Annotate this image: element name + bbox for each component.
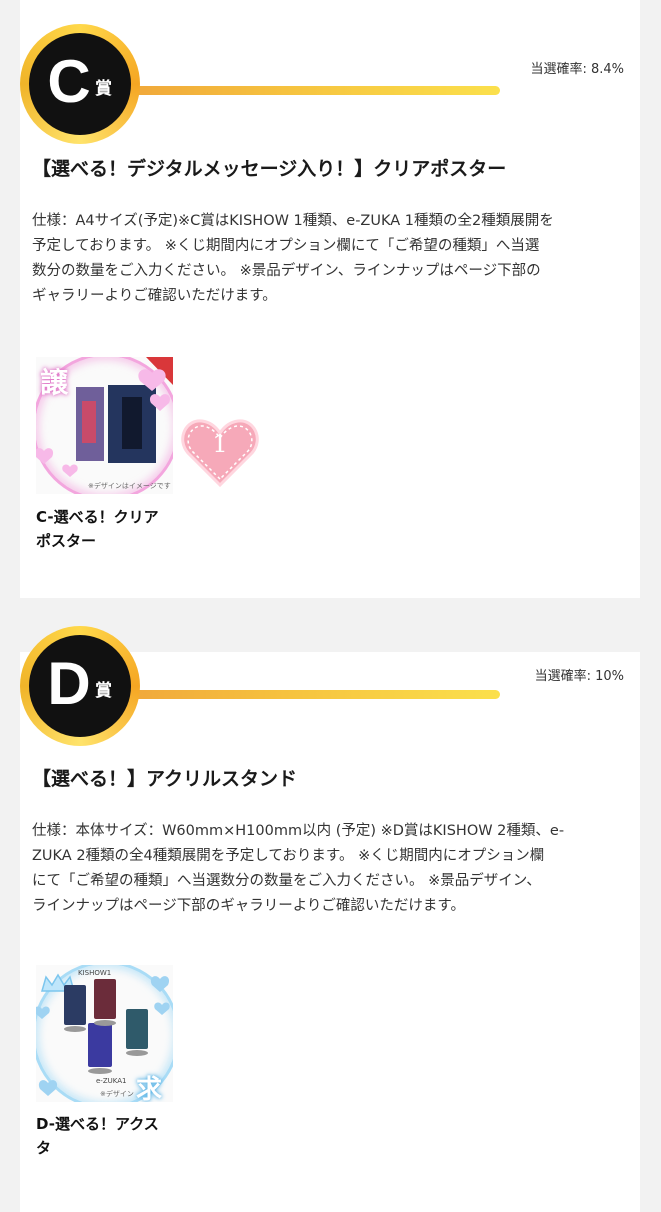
heart-icon bbox=[38, 1080, 58, 1096]
poster-right-figure bbox=[122, 397, 142, 449]
item-name-line: ポスター bbox=[36, 532, 97, 550]
description-line: 数分の数量をご入力ください。 ※景品デザイン、ラインナップはページ下部の bbox=[32, 263, 541, 279]
item-name-line: C-選べる！クリア bbox=[36, 508, 159, 526]
description-line: ラインナップはページ下部のギャラリーよりご確認いただけます。 bbox=[32, 898, 465, 914]
heart-icon bbox=[36, 1006, 50, 1019]
description-line: ZUKA 2種類の全4種類展開を予定しております。 ※くじ期間内にオプション欄 bbox=[32, 848, 545, 864]
prize-badge: C 賞 bbox=[20, 24, 140, 144]
prize-suffix: 賞 bbox=[95, 681, 112, 701]
stand-base bbox=[94, 1020, 116, 1026]
thumb-note: ※デザインはイメージです bbox=[88, 482, 171, 490]
stand-3 bbox=[88, 1023, 112, 1067]
stand-base bbox=[64, 1026, 86, 1032]
description-line: 仕様：A4サイズ(予定)※C賞はKISHOW 1種類、e-ZUKA 1種類の全2… bbox=[32, 213, 554, 229]
prize-header-rule bbox=[120, 86, 500, 95]
prize-title: 【選べる！デジタルメッセージ入り！】クリアポスター bbox=[32, 158, 507, 180]
heart-icon bbox=[150, 976, 170, 992]
poster-left-figure bbox=[82, 401, 96, 443]
stand-1 bbox=[64, 985, 86, 1025]
prize-card-c: C 賞 当選確率: 8.4% 【選べる！デジタルメッセージ入り！】クリアポスター… bbox=[20, 0, 640, 598]
stand-4 bbox=[126, 1009, 148, 1049]
yuzuru-stamp: 譲 bbox=[40, 366, 69, 399]
item-name-line: タ bbox=[36, 1139, 52, 1157]
prize-header-rule bbox=[120, 690, 500, 699]
prize-suffix: 賞 bbox=[95, 79, 112, 99]
motome-stamp: 求 bbox=[136, 1075, 163, 1102]
stand-base bbox=[88, 1068, 112, 1074]
description-line: ギャラリーよりご確認いただけます。 bbox=[32, 288, 277, 304]
item-name-line: D-選べる！アクス bbox=[36, 1115, 159, 1133]
heart-icon bbox=[36, 448, 53, 464]
prize-thumbnail[interactable]: 譲 ※デザインはイメージです bbox=[36, 357, 173, 494]
heart-icon bbox=[62, 464, 78, 477]
item-name[interactable]: C-選べる！クリア ポスター bbox=[36, 505, 176, 553]
prize-badge-core: D 賞 bbox=[29, 635, 131, 737]
stand-base bbox=[126, 1050, 148, 1056]
prize-title: 【選べる！】アクリルスタンド bbox=[32, 768, 298, 790]
description-line: 仕様：本体サイズ：W60mm×H100mm以内 (予定) ※D賞はKISHOW … bbox=[32, 823, 565, 839]
prize-thumbnail[interactable]: KISHOW1 e-ZUKA1 ※デザイン 求 bbox=[36, 965, 173, 1102]
thumb-label: e-ZUKA1 bbox=[96, 1077, 127, 1085]
description-line: 予定しております。 ※くじ期間内にオプション欄にて「ご希望の種類」へ当選 bbox=[32, 238, 540, 254]
thumb-label: KISHOW1 bbox=[78, 969, 112, 977]
prize-card-d: D 賞 当選確率: 10% 【選べる！】アクリルスタンド 仕様：本体サイズ：W6… bbox=[20, 626, 640, 1212]
prize-letter: D bbox=[47, 650, 91, 717]
description-line: にて「ご希望の種類」へ当選数分の数量をご入力ください。 ※景品デザイン、 bbox=[32, 873, 541, 889]
sticker-number: 1 bbox=[212, 430, 228, 458]
prize-badge: D 賞 bbox=[20, 626, 140, 746]
thumb-note: ※デザイン bbox=[100, 1090, 134, 1098]
stand-2 bbox=[94, 979, 116, 1019]
win-probability: 当選確率: 10% bbox=[534, 669, 624, 684]
prize-letter: C bbox=[47, 48, 91, 115]
prize-badge-core: C 賞 bbox=[29, 33, 131, 135]
prize-description: 仕様：本体サイズ：W60mm×H100mm以内 (予定) ※D賞はKISHOW … bbox=[32, 819, 632, 919]
win-probability: 当選確率: 8.4% bbox=[530, 62, 624, 77]
heart-icon bbox=[154, 1002, 170, 1015]
item-name[interactable]: D-選べる！アクス タ bbox=[36, 1112, 176, 1160]
prize-description: 仕様：A4サイズ(予定)※C賞はKISHOW 1種類、e-ZUKA 1種類の全2… bbox=[32, 209, 632, 309]
